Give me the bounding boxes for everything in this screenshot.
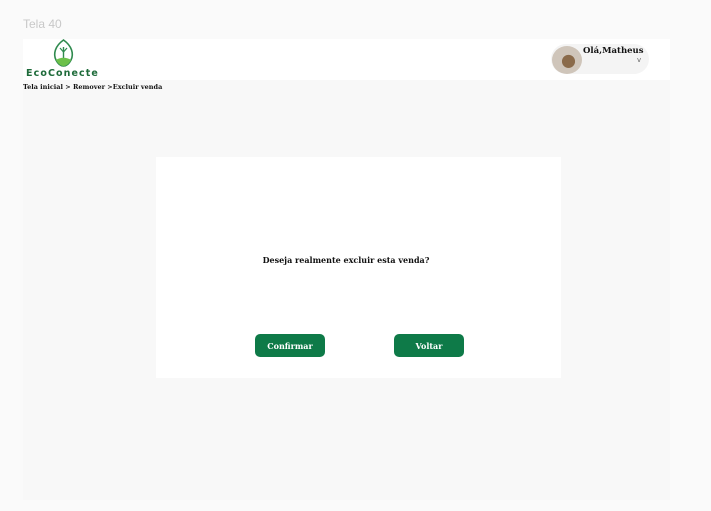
frame-label: Tela 40	[23, 17, 62, 31]
breadcrumb: Tela inicial > Remover >Excluir venda	[23, 83, 162, 91]
back-button[interactable]: Voltar	[394, 334, 464, 357]
brand-name: EcoConecte	[26, 68, 99, 79]
top-header: EcoConecte Olá,Matheus v	[23, 39, 670, 80]
brand-logo[interactable]: EcoConecte	[25, 39, 105, 80]
breadcrumb-home[interactable]: Tela inicial	[23, 83, 65, 91]
app-canvas: EcoConecte Olá,Matheus v Tela inicial > …	[23, 39, 670, 500]
confirm-button[interactable]: Confirmar	[255, 334, 325, 357]
breadcrumb-remove[interactable]: Remover	[73, 83, 107, 91]
leaf-icon	[53, 39, 74, 67]
breadcrumb-separator: >	[65, 83, 71, 91]
avatar	[552, 46, 582, 74]
breadcrumb-current: Excluir venda	[112, 83, 163, 91]
confirm-delete-dialog: Deseja realmente excluir esta venda? Con…	[156, 157, 561, 378]
chevron-down-icon[interactable]: v	[637, 56, 641, 64]
user-menu[interactable]: Olá,Matheus v	[551, 44, 649, 74]
user-greeting: Olá,Matheus	[583, 46, 644, 56]
dialog-question: Deseja realmente excluir esta venda?	[262, 255, 430, 265]
